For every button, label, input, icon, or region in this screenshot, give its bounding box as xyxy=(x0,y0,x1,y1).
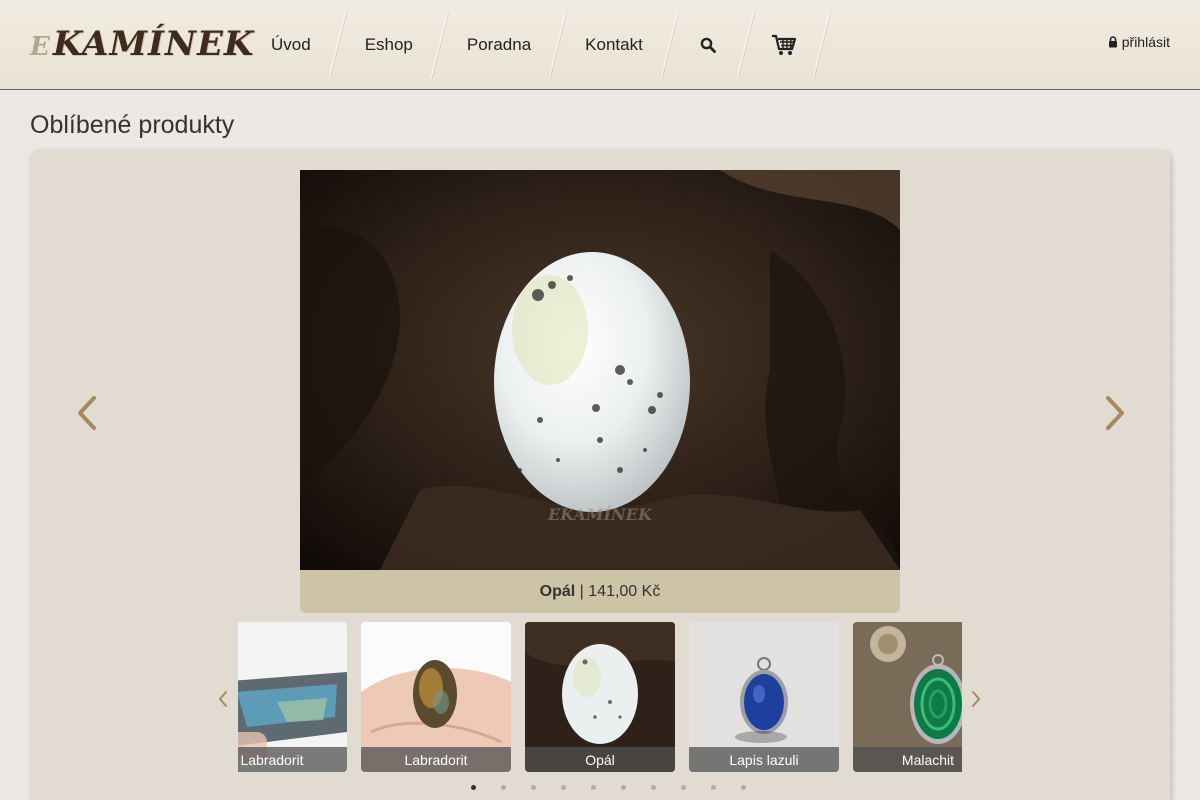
pagination-dot-mark xyxy=(470,784,476,790)
thumbnail-label: Malachit xyxy=(853,747,962,772)
thumbnail-item[interactable]: Labradorit xyxy=(238,622,347,772)
nav-label: Eshop xyxy=(364,35,413,54)
slide-caption[interactable]: Opál | 141,00 Kč xyxy=(300,570,900,613)
chevron-right-icon xyxy=(972,691,981,707)
main-nav: Úvod Eshop Poradna Kontakt xyxy=(254,12,832,78)
search-button[interactable] xyxy=(680,12,736,78)
thumbs-next-button[interactable] xyxy=(970,690,982,713)
pagination-dot[interactable] xyxy=(458,782,488,792)
pagination-dot-mark xyxy=(590,784,596,790)
thumbs-prev-button[interactable] xyxy=(217,690,229,713)
pagination-dot[interactable] xyxy=(518,782,548,792)
thumbnail-item[interactable]: Lapis lazuli xyxy=(689,622,839,772)
nav-item-uvod[interactable]: Úvod xyxy=(254,12,328,78)
nav-label: Poradna xyxy=(466,35,532,54)
carousel-next-button[interactable] xyxy=(1104,395,1126,436)
pagination-dot[interactable] xyxy=(548,782,578,792)
slide-image[interactable]: EKAMÍNEK xyxy=(300,170,900,570)
thumbnail-label: Labradorit xyxy=(361,747,511,772)
nav-item-poradna[interactable]: Poradna xyxy=(450,12,548,78)
pagination-dot[interactable] xyxy=(638,782,668,792)
thumbnail-label: Lapis lazuli xyxy=(689,747,839,772)
pagination-dot[interactable] xyxy=(488,782,518,792)
nav-item-kontakt[interactable]: Kontakt xyxy=(568,12,660,78)
pagination-dot[interactable] xyxy=(698,782,728,792)
nav-label: Úvod xyxy=(271,35,311,54)
carousel-prev-button[interactable] xyxy=(76,395,98,436)
nav-separator xyxy=(328,12,348,78)
site-logo[interactable]: E KAMÍNEK xyxy=(30,24,254,64)
pagination-dot-mark xyxy=(500,784,506,790)
pagination-dot-mark xyxy=(530,784,536,790)
thumbnail-item[interactable]: Malachit xyxy=(853,622,962,772)
lock-icon xyxy=(1108,36,1117,48)
login-label: přihlásit xyxy=(1121,34,1170,50)
thumbnail-label: Opál xyxy=(525,747,675,772)
watermark: EKAMÍNEK xyxy=(547,504,653,524)
pagination-dot-mark xyxy=(650,784,656,790)
pagination-dot-mark xyxy=(710,784,716,790)
pagination-dot[interactable] xyxy=(668,782,698,792)
chevron-left-icon xyxy=(78,396,96,430)
pagination-dot[interactable] xyxy=(578,782,608,792)
nav-separator xyxy=(736,12,756,78)
nav-separator xyxy=(660,12,680,78)
thumbnail-strip: Labradorit Labradorit Opál Lapis lazuli … xyxy=(238,622,962,772)
cart-button[interactable] xyxy=(756,12,812,78)
pagination-dot-mark xyxy=(740,784,746,790)
thumbnail-item[interactable]: Opál xyxy=(525,622,675,772)
caption-separator: | xyxy=(575,582,589,600)
thumbnail-label: Labradorit xyxy=(238,747,347,772)
logo-text: KAMÍNEK xyxy=(52,24,255,64)
site-header: E KAMÍNEK Úvod Eshop Poradna Kontakt při… xyxy=(0,0,1200,90)
carousel-pagination xyxy=(458,782,758,792)
thumbnail-item[interactable]: Labradorit xyxy=(361,622,511,772)
opal-stone-image: EKAMÍNEK xyxy=(300,170,900,570)
search-icon xyxy=(700,37,716,53)
nav-label: Kontakt xyxy=(585,35,643,54)
nav-item-eshop[interactable]: Eshop xyxy=(348,12,430,78)
pagination-dot-mark xyxy=(560,784,566,790)
product-name: Opál xyxy=(539,582,576,600)
nav-separator xyxy=(548,12,568,78)
nav-separator xyxy=(812,12,832,78)
product-price: 141,00 Kč xyxy=(588,582,661,600)
page-title: Oblíbené produkty xyxy=(30,111,235,139)
pagination-dot-mark xyxy=(620,784,626,790)
logo-prefix: E xyxy=(30,32,51,62)
chevron-left-icon xyxy=(218,691,227,707)
pagination-dot[interactable] xyxy=(608,782,638,792)
chevron-right-icon xyxy=(1106,396,1124,430)
pagination-dot-mark xyxy=(680,784,686,790)
login-link[interactable]: přihlásit xyxy=(1108,34,1170,50)
cart-icon xyxy=(771,34,796,55)
nav-separator xyxy=(430,12,450,78)
pagination-dot[interactable] xyxy=(728,782,758,792)
